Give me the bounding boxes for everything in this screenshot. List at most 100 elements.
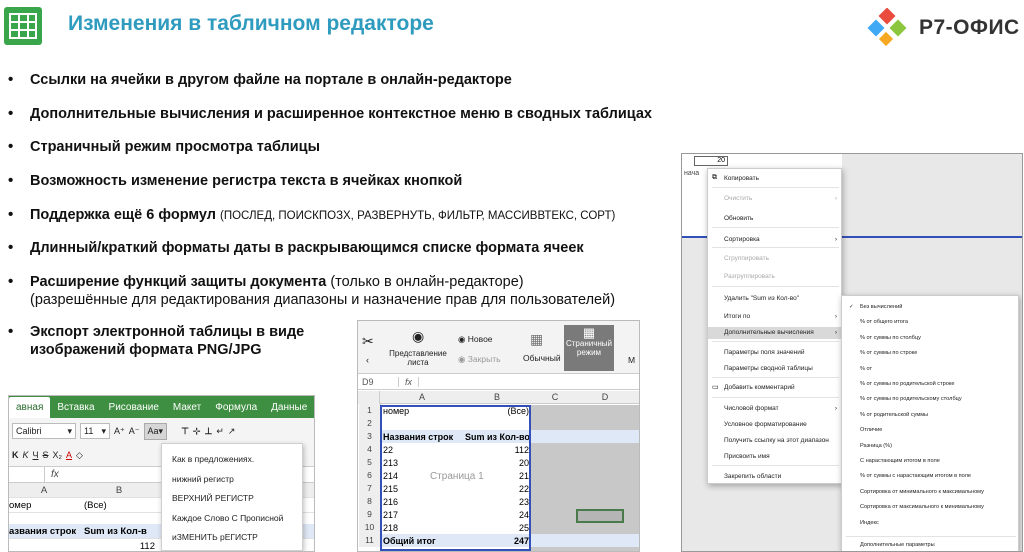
menu-divider [712, 341, 839, 342]
context-menu-item[interactable]: Удалить "Sum из Кол-во" [708, 295, 843, 302]
tab-data[interactable]: Данные [264, 402, 314, 418]
close-view-button[interactable]: ◉ Закрыть [458, 354, 501, 365]
row-number: 3 [359, 430, 381, 443]
subscript-icon[interactable]: X₂ [53, 450, 63, 460]
list-item: • Дополнительные вычисления и расширенное… [8, 105, 652, 122]
list-item: • Экспорт электронной таблицы в виде изобр… [8, 323, 305, 358]
submenu-item[interactable]: Разница (%) [842, 443, 892, 449]
tab-formula[interactable]: Формула [208, 402, 264, 418]
page-view-button[interactable]: ▦ Страничный режим [564, 325, 614, 371]
tab-layout[interactable]: Макет [166, 402, 208, 418]
submenu-item[interactable]: С нарастающим итогом в поле [842, 458, 940, 464]
name-box[interactable] [9, 467, 45, 482]
menu-item-sentence-case[interactable]: Как в предложениях. [162, 450, 302, 470]
context-menu-item[interactable]: Сортировка › [708, 236, 843, 243]
submenu-item[interactable]: Сортировка от максимального к минимально… [842, 504, 984, 510]
row-number: 8 [359, 495, 381, 508]
change-case-button[interactable]: Aa▾ [143, 422, 168, 440]
context-menu-item[interactable]: Параметры сводной таблицы [708, 365, 843, 372]
scissors-icon[interactable]: ✂ [362, 333, 374, 350]
chevron-right-icon: › [834, 236, 837, 243]
context-menu-item[interactable]: Условное форматирование [708, 421, 843, 428]
new-view-button[interactable]: ◉ Новое [458, 334, 493, 345]
menu-item-uppercase[interactable]: ВЕРХНИЙ РЕГИСТР [162, 489, 302, 509]
italic-icon[interactable]: K [23, 450, 29, 460]
context-menu-item[interactable]: Получить ссылку на этот диапазон [708, 437, 843, 444]
formula-bar: D9 fx [358, 374, 639, 390]
context-menu-item[interactable]: Копировать [708, 175, 843, 182]
tab-home[interactable]: авная [9, 397, 51, 418]
submenu-item[interactable]: Отличие [842, 427, 882, 433]
context-menu-item: Сгруппировать [724, 255, 769, 262]
page-view-screenshot: ✂ ‹ ◉ Представление листа ◉ Новое ◉ Закр… [357, 320, 640, 552]
font-color-icon[interactable]: A [66, 450, 72, 460]
page-title: Изменения в табличном редакторе [68, 12, 434, 35]
menu-item-capitalize[interactable]: Каждое Слово С Прописной [162, 509, 302, 529]
cell[interactable]: 20 [694, 156, 728, 166]
toolbar: Calibri ▾ 11 ▾ A⁺ A⁻ Aa▾ ⊤ ⊹ ⊥ ↵ ↗ [9, 418, 314, 444]
strike-icon[interactable]: S [43, 450, 49, 460]
submenu-item[interactable]: % от [842, 366, 872, 372]
row-number: 6 [359, 469, 381, 482]
submenu-item[interactable]: % от суммы по строке [842, 350, 917, 356]
submenu-item[interactable]: Индекс [842, 520, 879, 526]
bold-icon[interactable]: K [12, 450, 19, 460]
context-menu-item[interactable]: Параметры поля значений [708, 349, 843, 356]
chevron-right-icon: › [834, 329, 837, 336]
collapse-icon[interactable]: ‹ [366, 355, 369, 365]
r7-logo-icon [867, 8, 907, 47]
context-menu-item[interactable]: Добавить комментарий [708, 384, 843, 391]
row-number: 11 [359, 534, 381, 547]
menu-divider [712, 397, 839, 398]
underline-icon[interactable]: Ч [33, 450, 39, 460]
name-box[interactable]: D9 [358, 377, 398, 387]
font-size-select[interactable]: 11 ▾ [80, 423, 110, 439]
submenu-item[interactable]: % от суммы с нарастающим итогом в поле [842, 473, 971, 479]
submenu-item[interactable]: % от суммы по столбцу [842, 335, 921, 341]
column-headers: A B C D [358, 390, 639, 404]
eye-icon[interactable]: ◉ [412, 328, 424, 345]
submenu-item[interactable]: % от общего итога [842, 319, 908, 325]
fill-color-icon[interactable]: ◇ [76, 450, 83, 461]
tab-insert[interactable]: Вставка [50, 402, 101, 418]
context-menu-item[interactable]: Числовой формат › [708, 405, 843, 412]
font-name-select[interactable]: Calibri ▾ [12, 423, 76, 439]
orientation-icon[interactable]: ↗ [228, 426, 236, 437]
context-menu-item[interactable]: Обновить [708, 215, 843, 222]
normal-view-button[interactable]: Обычный [523, 353, 561, 363]
show-values-as-submenu: ✓ Без вычислений % от общего итога % от сум… [841, 295, 1019, 551]
context-menu-item: Разгруппировать [724, 273, 775, 280]
selected-cell[interactable] [576, 509, 624, 523]
submenu-item[interactable]: % от суммы по родительской строке [842, 381, 955, 387]
menu-item-lowercase[interactable]: нижний регистр [162, 470, 302, 490]
view-ribbon: ✂ ‹ ◉ Представление листа ◉ Новое ◉ Закр… [358, 321, 639, 374]
submenu-item[interactable]: ✓ Без вычислений [842, 304, 902, 310]
list-item: • Длинный/краткий форматы даты в раскрыва… [8, 239, 584, 256]
tab-draw[interactable]: Рисование [102, 402, 166, 418]
list-item: • Возможность изменение регистра текста в… [8, 172, 463, 189]
change-case-screenshot: авная Вставка Рисование Макет Формула Да… [8, 395, 315, 552]
text-middle-icon[interactable]: ⊹ [193, 426, 201, 437]
grow-font-button[interactable]: A⁺ [114, 426, 125, 437]
context-menu-item[interactable]: Закрепить области [708, 473, 843, 480]
menu-divider [712, 247, 839, 248]
menu-item-toggle-case[interactable]: иЗМЕНИТЬ рЕГИСТР [162, 528, 302, 548]
sheet-view-button[interactable]: Представление листа [388, 349, 448, 367]
shrink-font-button[interactable]: A⁻ [129, 426, 140, 437]
context-menu-item[interactable]: Итоги по › [708, 313, 843, 320]
wrap-icon[interactable]: ↵ [216, 426, 224, 437]
list-item: • Страничный режим просмотра таблицы [8, 138, 320, 155]
normal-view-icon: ▦ [530, 331, 544, 347]
text-top-icon[interactable]: ⊤ [181, 426, 189, 437]
context-menu: Копировать Очистить › Обновить Сортировка › Сг… [707, 168, 843, 484]
context-menu-item[interactable]: Присвоить имя [708, 453, 843, 460]
submenu-item[interactable]: % от родительской суммы [842, 412, 928, 418]
brand-logo: Р7-ОФИС [867, 8, 1020, 48]
text-bottom-icon[interactable]: ⊥ [204, 426, 212, 437]
list-item: • Расширение функций защиты документа (то… [8, 273, 616, 308]
submenu-item[interactable]: Дополнительные параметры [842, 542, 935, 548]
submenu-item[interactable]: Сортировка от минимального к максимально… [842, 489, 984, 495]
menu-divider [712, 187, 839, 188]
context-menu-item[interactable]: Дополнительные вычисления › [708, 327, 843, 339]
submenu-item[interactable]: % от суммы по родительскому столбцу [842, 396, 962, 402]
